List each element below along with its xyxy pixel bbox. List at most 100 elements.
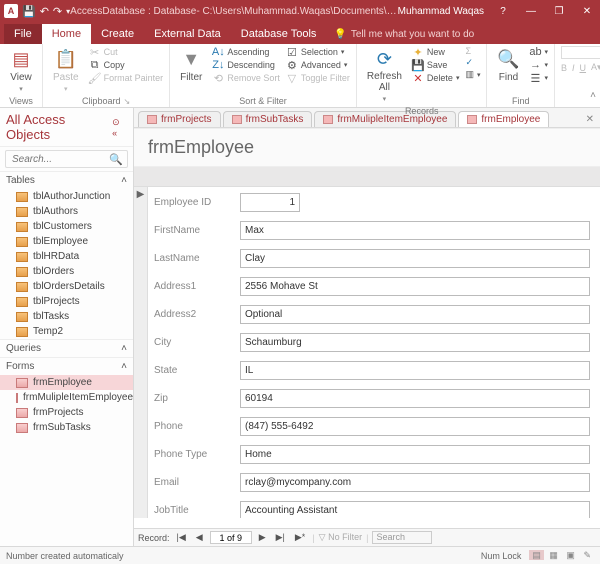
field-address2[interactable] xyxy=(240,305,590,324)
first-record-button[interactable]: |◀ xyxy=(174,532,189,543)
field-firstname[interactable] xyxy=(240,221,590,240)
more-button[interactable]: ▥ ▾ xyxy=(465,69,480,80)
field-state[interactable] xyxy=(240,361,590,380)
qat-save-icon[interactable]: 💾 xyxy=(22,5,36,18)
ribbon-group-find: 🔍 Find ab▾ →▾ ☰▾ Find xyxy=(487,44,555,107)
field-zip[interactable] xyxy=(240,389,590,408)
new-record-button[interactable]: ✦New xyxy=(412,46,460,58)
qat-customize-icon[interactable]: ▾ xyxy=(66,7,70,16)
ascending-button[interactable]: A↓Ascending xyxy=(212,46,280,58)
nav-table-item[interactable]: tblOrdersDetails xyxy=(0,279,133,294)
nav-category-tables[interactable]: Tables˄ xyxy=(0,171,133,189)
descending-button[interactable]: Z↓Descending xyxy=(212,59,280,71)
nav-form-item-frmemployee[interactable]: frmEmployee xyxy=(0,375,133,390)
nav-category-queries[interactable]: Queries˄ xyxy=(0,339,133,357)
tell-me-search[interactable]: 💡Tell me what you want to do xyxy=(326,25,482,44)
qat-redo-icon[interactable]: ↷ xyxy=(53,5,62,18)
tab-external-data[interactable]: External Data xyxy=(144,24,231,44)
italic-button[interactable]: I xyxy=(572,63,575,73)
clipboard-launcher-icon[interactable]: ↘ xyxy=(120,97,130,106)
layout-view-icon[interactable]: ▣ xyxy=(563,550,578,560)
help-button[interactable]: ? xyxy=(494,6,512,17)
user-name[interactable]: Muhammad Waqas xyxy=(398,6,484,17)
field-jobtitle[interactable] xyxy=(240,501,590,518)
underline-button[interactable]: U xyxy=(580,63,587,73)
tab-database-tools[interactable]: Database Tools xyxy=(231,24,327,44)
nav-header[interactable]: All Access Objects ⊙ « xyxy=(0,108,133,147)
doc-tab-frmsubtasks[interactable]: frmSubTasks xyxy=(223,111,313,127)
field-lastname[interactable] xyxy=(240,249,590,268)
tab-file[interactable]: File xyxy=(4,24,42,44)
spelling-button[interactable]: ✓ xyxy=(465,57,480,68)
delete-record-button[interactable]: ✕Delete ▾ xyxy=(412,72,460,84)
nav-table-item[interactable]: tblTasks xyxy=(0,309,133,324)
font-color-button[interactable]: A▾ xyxy=(591,62,600,73)
refresh-all-button[interactable]: ⟳ Refresh All ▾ xyxy=(363,46,406,105)
close-button[interactable]: ✕ xyxy=(578,6,596,17)
cut-button[interactable]: ✂Cut xyxy=(89,46,164,58)
save-record-button[interactable]: 💾Save xyxy=(412,59,460,71)
nav-table-item[interactable]: tblOrders xyxy=(0,264,133,279)
design-view-icon[interactable]: ✎ xyxy=(580,550,594,560)
field-phone[interactable] xyxy=(240,417,590,436)
field-email[interactable] xyxy=(240,473,590,492)
form-view-icon[interactable]: ▤ xyxy=(529,550,544,560)
field-address1[interactable] xyxy=(240,277,590,296)
new-record-nav-button[interactable]: ▶* xyxy=(292,532,308,543)
nav-table-item[interactable]: tblEmployee xyxy=(0,234,133,249)
paste-button[interactable]: 📋 Paste ▾ xyxy=(49,46,83,95)
record-selector[interactable]: ▶ xyxy=(134,187,148,518)
tab-home[interactable]: Home xyxy=(42,24,91,44)
nav-table-item[interactable]: tblAuthorJunction xyxy=(0,189,133,204)
qat-undo-icon[interactable]: ↶ xyxy=(40,5,49,18)
nav-category-forms[interactable]: Forms˄ xyxy=(0,357,133,375)
nav-table-item[interactable]: tblHRData xyxy=(0,249,133,264)
label-city: City xyxy=(154,337,240,348)
tab-create[interactable]: Create xyxy=(91,24,144,44)
record-position[interactable] xyxy=(210,531,252,544)
toggle-filter-icon: ▽ xyxy=(286,72,298,84)
collapse-ribbon-button[interactable]: ˄ xyxy=(590,90,596,101)
restore-button[interactable]: ❐ xyxy=(550,6,568,17)
nav-search-input[interactable] xyxy=(10,153,100,166)
prev-record-button[interactable]: ◀ xyxy=(193,532,206,543)
nav-form-item[interactable]: frmProjects xyxy=(0,405,133,420)
find-button[interactable]: 🔍 Find xyxy=(493,46,523,85)
nav-dropdown-icon[interactable]: ⊙ « xyxy=(112,117,127,138)
sort-asc-icon: A↓ xyxy=(212,46,224,58)
field-phonetype[interactable] xyxy=(240,445,590,464)
minimize-button[interactable]: — xyxy=(522,6,540,17)
ribbon-tabs: File Home Create External Data Database … xyxy=(0,22,600,44)
filter-button[interactable]: ▼ Filter xyxy=(176,46,206,85)
totals-button[interactable]: Σ xyxy=(465,46,480,56)
advanced-button[interactable]: ⚙Advanced ▾ xyxy=(286,59,350,71)
nav-table-item[interactable]: Temp2 xyxy=(0,324,133,339)
select-button[interactable]: ☰▾ xyxy=(529,72,548,84)
datasheet-view-icon[interactable]: ▦ xyxy=(546,550,561,560)
field-employee-id[interactable] xyxy=(240,193,300,212)
toggle-filter-button[interactable]: ▽Toggle Filter xyxy=(286,72,350,84)
record-search[interactable]: Search xyxy=(372,531,432,544)
remove-sort-button[interactable]: ⟲Remove Sort xyxy=(212,72,280,84)
form-icon xyxy=(16,378,28,388)
view-button[interactable]: ▤ View ▾ xyxy=(6,46,36,95)
nav-search[interactable]: 🔍 xyxy=(5,150,128,168)
doc-tab-frmprojects[interactable]: frmProjects xyxy=(138,111,221,127)
nav-table-item[interactable]: tblAuthors xyxy=(0,204,133,219)
selection-button[interactable]: ☑Selection ▾ xyxy=(286,46,350,58)
nav-form-item[interactable]: frmMulipleItemEmployee xyxy=(0,390,133,405)
filter-indicator[interactable]: ▽ No Filter xyxy=(319,532,362,543)
copy-button[interactable]: ⧉Copy xyxy=(89,59,164,71)
goto-button[interactable]: →▾ xyxy=(529,59,548,71)
last-record-button[interactable]: ▶| xyxy=(273,532,288,543)
replace-button[interactable]: ab▾ xyxy=(529,46,548,58)
nav-table-item[interactable]: tblCustomers xyxy=(0,219,133,234)
field-city[interactable] xyxy=(240,333,590,352)
format-painter-button[interactable]: 🖌Format Painter xyxy=(89,72,164,84)
nav-table-item[interactable]: tblProjects xyxy=(0,294,133,309)
nav-form-item[interactable]: frmSubTasks xyxy=(0,420,133,435)
bold-button[interactable]: B xyxy=(561,63,567,73)
status-text: Number created automaticaly xyxy=(6,551,124,561)
close-tab-button[interactable]: ✕ xyxy=(580,112,600,127)
next-record-button[interactable]: ▶ xyxy=(256,532,269,543)
